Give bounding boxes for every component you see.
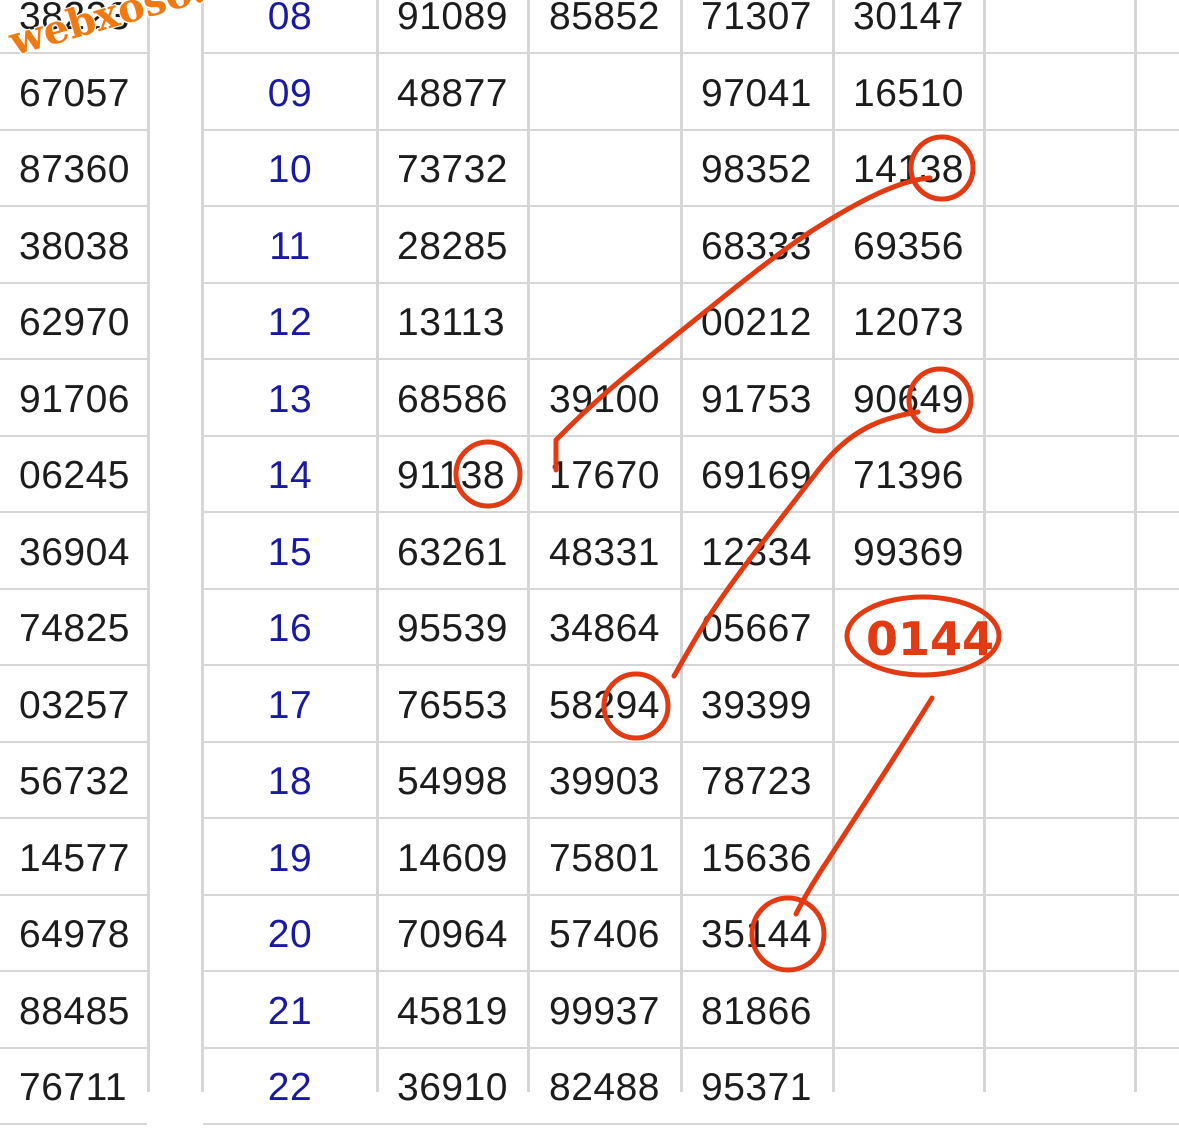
annotation-label: 0144 — [866, 612, 994, 666]
circle-mark-91138 — [453, 439, 523, 509]
circle-mark-35144 — [749, 895, 827, 973]
circle-mark-14138 — [908, 134, 976, 202]
connector-line-label — [793, 695, 935, 917]
circle-mark-58294 — [601, 671, 671, 741]
circle-mark-90649 — [906, 366, 974, 434]
handwritten-annotation-layer: 0144 — [453, 134, 1002, 973]
